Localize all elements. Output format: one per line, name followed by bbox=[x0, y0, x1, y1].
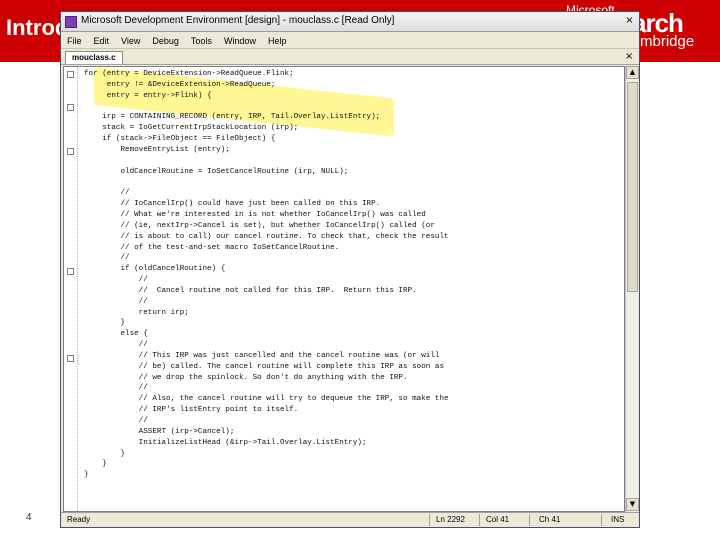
code-line: } bbox=[84, 460, 107, 469]
code-line: } bbox=[84, 319, 126, 328]
code-line: // we drop the spinlock. So don't do any… bbox=[84, 373, 408, 382]
code-line: // bbox=[84, 417, 148, 425]
status-ch: Ch 41 bbox=[539, 515, 561, 524]
fold-marker-icon[interactable] bbox=[67, 104, 74, 111]
code-line: oldCancelRoutine = IoSetCancelRoutine (i… bbox=[84, 167, 349, 176]
code-line: } bbox=[84, 471, 89, 480]
code-line: // bbox=[84, 341, 148, 350]
window-titlebar[interactable]: Microsoft Development Environment [desig… bbox=[61, 12, 639, 32]
code-line: // bbox=[84, 254, 130, 263]
code-line: stack = IoGetCurrentIrpStackLocation (ir… bbox=[84, 124, 299, 133]
code-line: // Also, the cancel routine will try to … bbox=[84, 395, 449, 404]
status-separator bbox=[429, 514, 430, 526]
slide-title: Introd bbox=[6, 15, 69, 40]
menu-help[interactable]: Help bbox=[268, 36, 287, 46]
fold-marker-icon[interactable] bbox=[67, 148, 74, 155]
status-separator bbox=[601, 514, 602, 526]
menu-window[interactable]: Window bbox=[224, 36, 256, 46]
code-line: if (oldCancelRoutine) { bbox=[84, 265, 226, 274]
code-line: return irp; bbox=[84, 308, 189, 317]
status-separator bbox=[479, 514, 480, 526]
ide-window: Microsoft Development Environment [desig… bbox=[60, 11, 640, 528]
status-ins: INS bbox=[611, 515, 625, 524]
code-line: // IRP's listEntry point to itself. bbox=[84, 406, 299, 415]
code-line: // is about to call) our cancel routine.… bbox=[84, 232, 449, 241]
fold-marker-icon[interactable] bbox=[67, 71, 74, 78]
code-text: for (entry = DeviceExtension->ReadQueue.… bbox=[84, 69, 449, 481]
code-line: if (stack->FileObject == FileObject) { bbox=[84, 135, 276, 144]
code-line: // bbox=[84, 297, 148, 306]
tab-close-button[interactable]: × bbox=[625, 51, 633, 62]
menu-file[interactable]: File bbox=[67, 36, 82, 46]
code-line: entry = entry->Flink) { bbox=[84, 91, 212, 100]
code-line: // Cancel routine not called for this IR… bbox=[84, 286, 417, 295]
code-line: RemoveEntryList (entry); bbox=[84, 145, 230, 154]
code-editor[interactable]: for (entry = DeviceExtension->ReadQueue.… bbox=[63, 66, 625, 512]
scroll-down-icon[interactable]: ▼ bbox=[626, 498, 639, 511]
code-line: entry != &DeviceExtension->ReadQueue; bbox=[84, 80, 276, 89]
code-line: } bbox=[84, 449, 126, 458]
menu-tools[interactable]: Tools bbox=[191, 36, 212, 46]
scroll-thumb[interactable] bbox=[627, 82, 638, 292]
window-title: Microsoft Development Environment [desig… bbox=[81, 15, 395, 26]
menubar: File Edit View Debug Tools Window Help bbox=[61, 33, 639, 49]
vertical-scrollbar[interactable]: ▲ ▼ bbox=[625, 66, 639, 512]
status-separator bbox=[529, 514, 530, 526]
slide-page-number: 4 bbox=[26, 512, 32, 523]
code-line: // bbox=[84, 189, 130, 198]
editor-gutter bbox=[64, 67, 78, 511]
status-bar: Ready Ln 2292 Col 41 Ch 41 INS bbox=[61, 512, 639, 527]
fold-marker-icon[interactable] bbox=[67, 268, 74, 275]
code-line: ASSERT (irp->Cancel); bbox=[84, 427, 235, 436]
menu-view[interactable]: View bbox=[121, 36, 140, 46]
code-line: irp = CONTAINING_RECORD (entry, IRP, Tai… bbox=[84, 113, 381, 122]
close-button[interactable]: × bbox=[623, 15, 636, 28]
code-line: // IoCancelIrp() could have just been ca… bbox=[84, 200, 381, 209]
code-line: // bbox=[84, 384, 148, 393]
tab-mouclass[interactable]: mouclass.c bbox=[65, 51, 123, 64]
scroll-up-icon[interactable]: ▲ bbox=[626, 66, 639, 79]
code-line: InitializeListHead (&irp->Tail.Overlay.L… bbox=[84, 438, 367, 447]
code-line: // be) called. The cancel routine will c… bbox=[84, 362, 445, 371]
code-line: // (ie, nextIrp->Cancel is set), but whe… bbox=[84, 221, 435, 230]
code-line: // This IRP was just cancelled and the c… bbox=[84, 351, 440, 360]
code-line: // What we're interested in is not wheth… bbox=[84, 210, 426, 219]
status-line: Ln 2292 bbox=[436, 515, 465, 524]
code-line: for (entry = DeviceExtension->ReadQueue.… bbox=[84, 70, 294, 78]
menu-debug[interactable]: Debug bbox=[152, 36, 179, 46]
menu-edit[interactable]: Edit bbox=[94, 36, 110, 46]
code-line: // of the test-and-set macro IoSetCancel… bbox=[84, 243, 340, 252]
status-col: Col 41 bbox=[486, 515, 510, 524]
code-line: // bbox=[84, 276, 148, 285]
logo-cambridge-text: mbridge bbox=[640, 33, 695, 50]
status-ready: Ready bbox=[67, 515, 91, 524]
document-tabbar: mouclass.c × bbox=[61, 50, 639, 65]
code-line: else { bbox=[84, 330, 148, 339]
app-icon bbox=[65, 16, 77, 28]
fold-marker-icon[interactable] bbox=[67, 355, 74, 362]
